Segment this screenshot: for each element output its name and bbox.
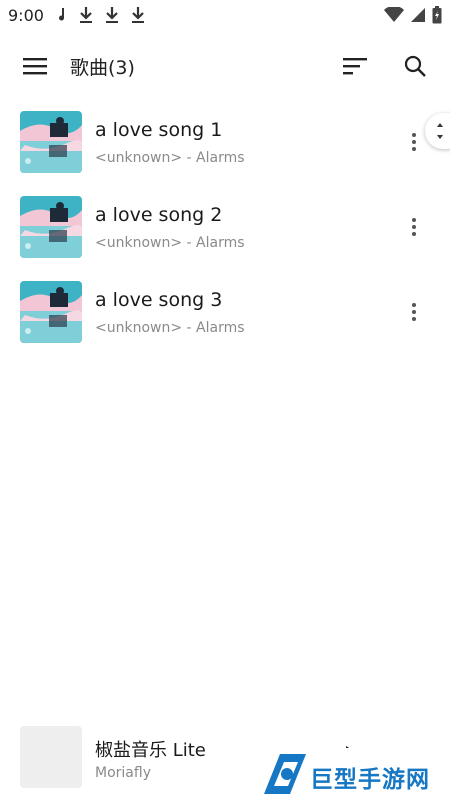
song-list-item[interactable]: a love song 2 <unknown> - Alarms xyxy=(0,190,450,275)
watermark-logo-icon xyxy=(264,754,306,794)
download-icon xyxy=(130,6,146,28)
song-artist-album: <unknown> - Alarms xyxy=(95,320,245,336)
system-icons xyxy=(384,5,442,28)
status-time: 9:00 xyxy=(8,6,44,25)
wifi-icon xyxy=(384,5,404,27)
song-list-item[interactable]: a love song 3 <unknown> - Alarms xyxy=(0,275,450,360)
more-options-icon[interactable] xyxy=(404,297,424,327)
now-playing-cover xyxy=(20,726,82,788)
song-title: a love song 1 xyxy=(95,119,223,141)
song-title: a love song 3 xyxy=(95,289,223,311)
search-icon[interactable] xyxy=(400,52,430,80)
battery-icon xyxy=(432,6,442,28)
song-list: a love song 1 <unknown> - Alarms a love … xyxy=(0,105,450,360)
download-icon xyxy=(104,6,120,28)
now-playing-title: 椒盐音乐 Lite xyxy=(95,740,206,761)
watermark: 巨型手游网 xyxy=(258,748,450,800)
signal-icon xyxy=(410,7,426,27)
fast-scroll-handle[interactable] xyxy=(425,113,450,149)
hamburger-menu-icon[interactable] xyxy=(20,52,50,80)
music-note-icon xyxy=(58,7,68,27)
album-cover-image xyxy=(20,196,82,258)
sort-icon[interactable] xyxy=(340,52,370,80)
song-artist-album: <unknown> - Alarms xyxy=(95,235,245,251)
scroll-arrows-icon xyxy=(437,123,443,139)
more-options-icon[interactable] xyxy=(404,127,424,157)
download-icon xyxy=(78,6,94,28)
song-title: a love song 2 xyxy=(95,204,223,226)
status-bar: 9:00 xyxy=(0,0,450,32)
page-title: 歌曲(3) xyxy=(70,57,135,79)
now-playing-artist: Moriafly xyxy=(95,765,151,781)
notification-icons xyxy=(58,6,146,28)
song-list-item[interactable]: a love song 1 <unknown> - Alarms xyxy=(0,105,450,190)
album-cover-image xyxy=(20,281,82,343)
album-cover-image xyxy=(20,111,82,173)
watermark-text: 巨型手游网 xyxy=(310,767,430,793)
more-options-icon[interactable] xyxy=(404,212,424,242)
song-artist-album: <unknown> - Alarms xyxy=(95,150,245,166)
app-bar: 歌曲(3) xyxy=(0,40,450,92)
